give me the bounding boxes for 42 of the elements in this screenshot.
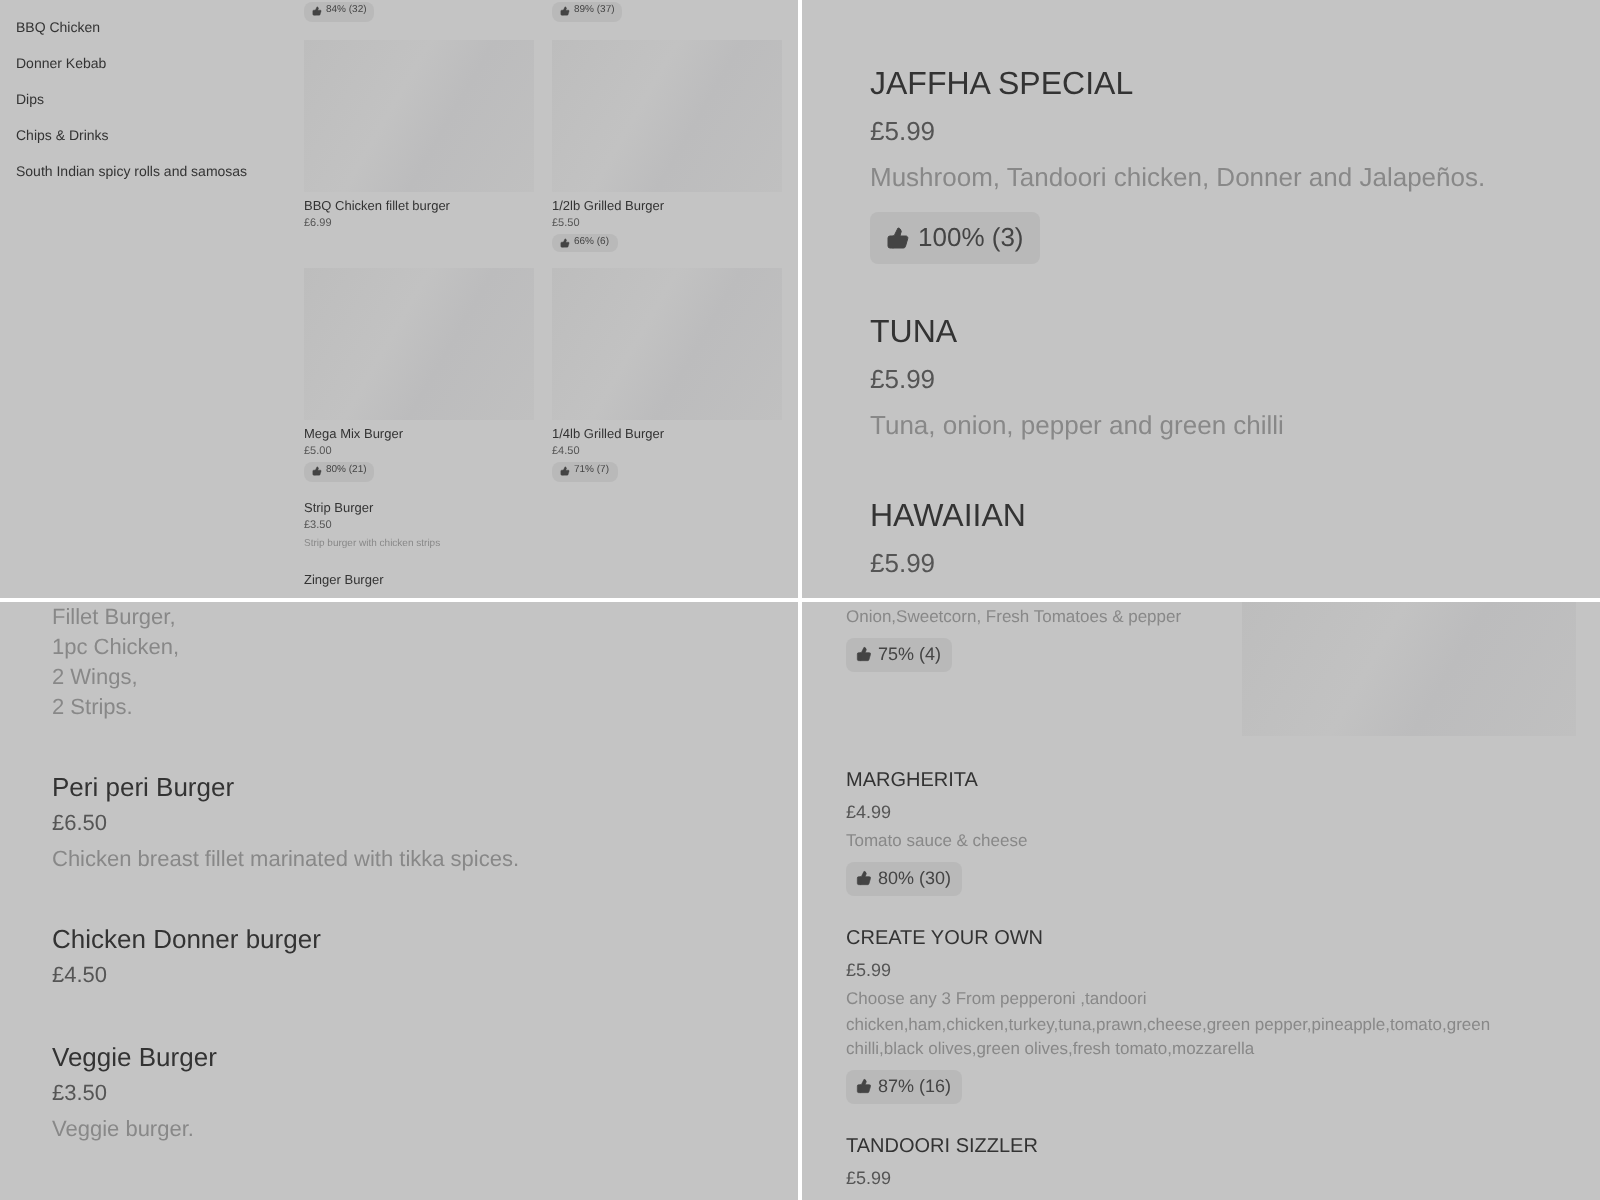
thumbs-up-icon [886, 225, 910, 250]
item-price: £4.50 [52, 962, 110, 992]
description-line: 1pc Chicken, [52, 634, 182, 664]
item-description: Onion,Sweetcorn, Fresh Tomatoes & pepper [846, 604, 1184, 629]
rating-badge: 87% (16) [846, 1069, 962, 1104]
item-name: HAWAIIAN [870, 497, 1028, 537]
item-description: Tuna, onion, pepper and green chilli [870, 407, 1286, 444]
description-line: 2 Strips. [52, 694, 135, 724]
item-description: Choose any 3 From pepperoni ,tandoori chicken,ham,chicken,turkey,tuna,prawn,cheese,green pepper,pineapple,tomato,green chilli,black olives,green olives,fresh tomato,mozzarella [846, 986, 1493, 1061]
item-name: TUNA [870, 313, 960, 353]
item-price: £4.99 [846, 800, 894, 826]
thumbs-up-icon [312, 466, 322, 477]
item-description: Chicken breast fillet marinated with tikka spices. [52, 846, 522, 876]
item-price: £5.99 [870, 361, 938, 397]
thumbs-up-icon [560, 237, 570, 248]
item-name: Veggie Burger [52, 1040, 219, 1076]
item-price: £5.99 [870, 114, 938, 150]
thumbs-up-icon [312, 6, 322, 17]
item-name: Peri peri Burger [52, 770, 237, 806]
description-line: 2 Wings, [52, 664, 140, 694]
thumbs-up-icon [856, 1078, 872, 1095]
item-name: TANDOORI SIZZLER [846, 1134, 1040, 1162]
item-price: £5.99 [870, 545, 938, 581]
thumbs-up-icon [560, 466, 570, 477]
item-name: MARGHERITA [846, 768, 980, 796]
description-line: Fillet Burger, [52, 604, 178, 634]
rating-badge: 100% (3) [870, 212, 1040, 263]
item-price: £3.50 [52, 1080, 110, 1110]
item-name: CREATE YOUR OWN [846, 926, 1046, 954]
rating-badge: 75% (4) [846, 637, 952, 672]
item-name: Chicken Donner burger [52, 922, 323, 958]
thumbs-up-icon [856, 870, 872, 887]
item-price: £6.50 [52, 810, 110, 840]
thumbs-up-icon [856, 646, 872, 663]
item-description: Mushroom, Tandoori chicken, Donner and Jalapeños. [870, 160, 1488, 196]
rating-badge: 80% (30) [846, 861, 962, 896]
item-description: Veggie burger. [52, 1116, 196, 1146]
item-price: £5.99 [846, 1166, 894, 1192]
thumbs-up-icon [560, 6, 570, 17]
item-price: £5.99 [846, 958, 894, 984]
item-name: JAFFHA SPECIAL [870, 66, 1136, 106]
item-description: Tomato sauce & cheese [846, 828, 1030, 853]
